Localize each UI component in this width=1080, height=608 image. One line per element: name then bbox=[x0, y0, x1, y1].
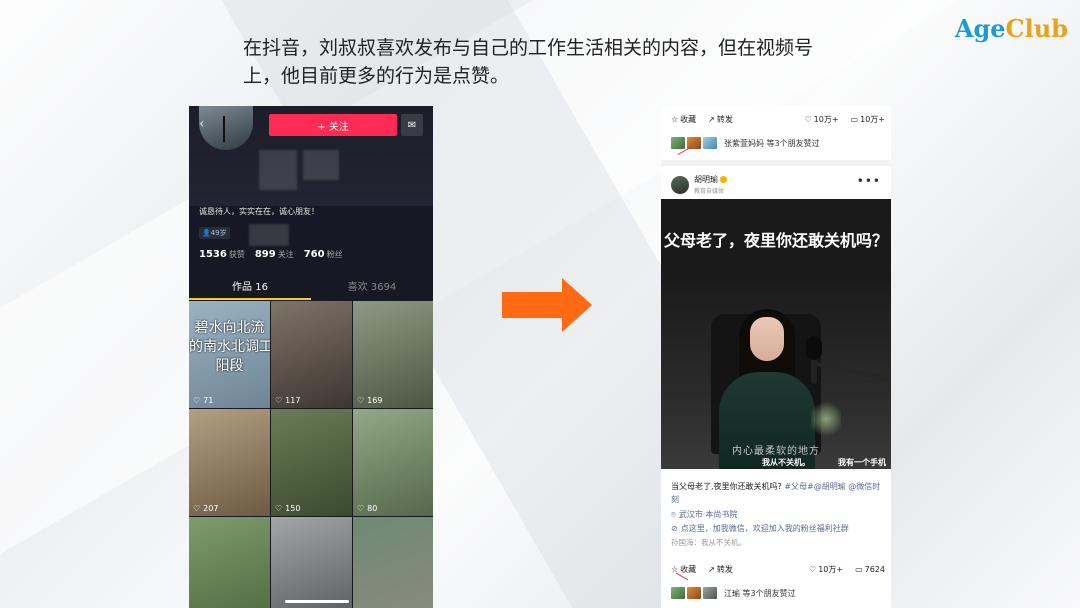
post-actions: ☆ 收藏 ↗ 转发 ♡ 10万+ ▭ 7624 bbox=[671, 564, 885, 575]
share-icon: ↗ bbox=[708, 115, 715, 124]
comment-icon: ▭ bbox=[850, 115, 859, 124]
video-thumbnail[interactable] bbox=[189, 517, 270, 608]
heart-icon: ♡ bbox=[357, 396, 365, 405]
heart-icon: ♡ bbox=[275, 396, 283, 405]
ageclub-logo: AgeClub bbox=[954, 14, 1068, 43]
thumbnail-caption: 碧水向北流 的南水北调工 阳段 bbox=[189, 320, 270, 374]
thumbnail-likes: ♡ 71 bbox=[193, 396, 214, 405]
author-avatar bbox=[671, 175, 689, 194]
heart-icon: ♡ bbox=[809, 565, 817, 574]
slide-headline: 在抖音，刘叔叔喜欢发布与自己的工作生活相关的内容，但在视频号上，他目前更多的行为… bbox=[243, 37, 814, 87]
heart-icon: ♡ bbox=[193, 396, 201, 405]
video-player[interactable]: 父母老了，夜里你还敢关机吗？ bbox=[661, 199, 891, 469]
tab-works[interactable]: 作品 16 bbox=[189, 278, 311, 300]
video-thumbnail[interactable] bbox=[353, 517, 433, 608]
comment-icon: ▭ bbox=[855, 565, 863, 574]
douyin-profile-screen: ‹ + 关注 ✉ 诚恳待人，实实在在，诚心朋友！ 👤49岁 1536 获赞 899… bbox=[189, 106, 433, 608]
like-button[interactable]: ♡ 10万+ bbox=[804, 114, 838, 125]
profile-bio: 诚恳待人，实实在在，诚心朋友！ bbox=[199, 207, 319, 216]
heart-icon: ♡ bbox=[275, 504, 283, 513]
post-actions: ☆ 收藏 ↗ 转发 ♡ 10万+ ▭ 10万+ bbox=[671, 114, 885, 125]
like-button[interactable]: ♡ 10万+ bbox=[809, 564, 843, 575]
post-promo-link[interactable]: ⊘ 点这里，加我微信，欢迎加入我的粉丝福利社群 bbox=[671, 523, 849, 534]
share-button[interactable]: ↗ 转发 bbox=[708, 564, 733, 575]
profile-stats: 1536 获赞 899 关注 760 粉丝 bbox=[199, 249, 343, 260]
back-icon[interactable]: ‹ bbox=[199, 116, 205, 132]
heart-icon: ♡ bbox=[357, 504, 365, 513]
friend-avatar bbox=[671, 137, 685, 149]
message-icon[interactable]: ✉ bbox=[401, 114, 423, 136]
profile-tabs: 作品 16 喜欢 3694 bbox=[189, 278, 433, 300]
stat-fans[interactable]: 760 粉丝 bbox=[304, 249, 343, 260]
friend-avatar bbox=[687, 587, 701, 599]
video-title: 父母老了，夜里你还敢关机吗？ bbox=[663, 231, 888, 250]
star-icon: ☆ bbox=[671, 115, 679, 124]
share-button[interactable]: ↗ 转发 bbox=[708, 114, 733, 125]
comment-button[interactable]: ▭ 10万+ bbox=[851, 114, 885, 125]
stat-following[interactable]: 899 关注 bbox=[255, 249, 294, 260]
comment-button[interactable]: ▭ 7624 bbox=[855, 565, 885, 574]
top-comment[interactable]: 孙国海：我从不关机。 bbox=[671, 537, 746, 548]
heart-icon: ♡ bbox=[193, 504, 201, 513]
link-icon: ⊘ bbox=[671, 524, 678, 533]
thumbnail-likes: ♡ 80 bbox=[357, 504, 378, 513]
video-subtitle-row: 我从不关机。 我有一个手机 bbox=[762, 458, 886, 467]
friend-avatar bbox=[703, 137, 717, 149]
friends-liked[interactable]: 张紫萱妈妈 等3个朋友赞过 bbox=[671, 137, 820, 149]
blurred-name bbox=[259, 150, 297, 190]
post-author[interactable]: 胡明瑜 教育自媒体 bbox=[671, 174, 727, 195]
previous-post-card: ☆ 收藏 ↗ 转发 ♡ 10万+ ▭ 10万+ 张紫萱妈妈 等3个朋友赞过 bbox=[661, 106, 891, 160]
post-description: 当父母老了,夜里你还敢关机吗? #父母#@胡明瑜 @微信时刻 bbox=[671, 482, 881, 504]
thumbnail-likes: ♡ 150 bbox=[275, 504, 301, 513]
friend-avatar bbox=[671, 587, 685, 599]
right-arrow-icon bbox=[502, 278, 592, 332]
stat-likes[interactable]: 1536 获赞 bbox=[199, 249, 245, 260]
location-icon: ⌾ bbox=[671, 509, 676, 519]
thumbnail-likes: ♡ 169 bbox=[357, 396, 383, 405]
blurred-id bbox=[303, 150, 339, 180]
follow-button[interactable]: + 关注 bbox=[269, 114, 397, 136]
author-subtitle: 教育自媒体 bbox=[694, 188, 725, 195]
works-grid: 碧水向北流 的南水北调工 阳段 ♡ 71 ♡ 117 ♡ 169 ♡ 207 ♡ 150 … bbox=[189, 301, 433, 608]
video-thumbnail[interactable] bbox=[271, 517, 352, 608]
video-thumbnail[interactable]: ♡ 169 bbox=[353, 301, 433, 408]
author-name: 胡明瑜 bbox=[694, 175, 718, 184]
video-thumbnail[interactable]: ♡ 207 bbox=[189, 409, 270, 516]
tab-liked[interactable]: 喜欢 3694 bbox=[311, 278, 433, 300]
video-subtitle-main: 内心最柔软的地方 bbox=[732, 446, 820, 457]
video-thumbnail[interactable]: ♡ 150 bbox=[271, 409, 352, 516]
share-icon: ↗ bbox=[708, 565, 715, 574]
post-card: 胡明瑜 教育自媒体 ••• 父母老了，夜里你还敢关机吗？ 内心最柔软的地方 我从… bbox=[661, 166, 891, 608]
collect-button[interactable]: ☆ 收藏 bbox=[671, 114, 696, 125]
microphone-icon bbox=[806, 336, 822, 360]
friends-liked[interactable]: 江瑜 等3个朋友赞过 bbox=[671, 587, 796, 599]
post-location[interactable]: ⌾ 武汉市·本尚书院 bbox=[671, 509, 737, 520]
channels-feed-screen: ☆ 收藏 ↗ 转发 ♡ 10万+ ▭ 10万+ 张紫萱妈妈 等3个朋友赞过 胡明瑜 教育… bbox=[661, 106, 891, 608]
more-options-icon[interactable]: ••• bbox=[857, 174, 881, 188]
thumbnail-likes: ♡ 117 bbox=[275, 396, 301, 405]
thumbnail-likes: ♡ 207 bbox=[193, 504, 219, 513]
blurred-info bbox=[249, 224, 289, 246]
home-indicator bbox=[285, 600, 349, 603]
heart-icon: ♡ bbox=[804, 115, 812, 124]
age-tag: 👤49岁 bbox=[199, 227, 230, 239]
friend-avatar bbox=[703, 587, 717, 599]
video-thumbnail[interactable]: ♡ 80 bbox=[353, 409, 433, 516]
video-thumbnail[interactable]: 碧水向北流 的南水北调工 阳段 ♡ 71 bbox=[189, 301, 270, 408]
video-thumbnail[interactable]: ♡ 117 bbox=[271, 301, 352, 408]
verified-icon bbox=[720, 176, 727, 183]
